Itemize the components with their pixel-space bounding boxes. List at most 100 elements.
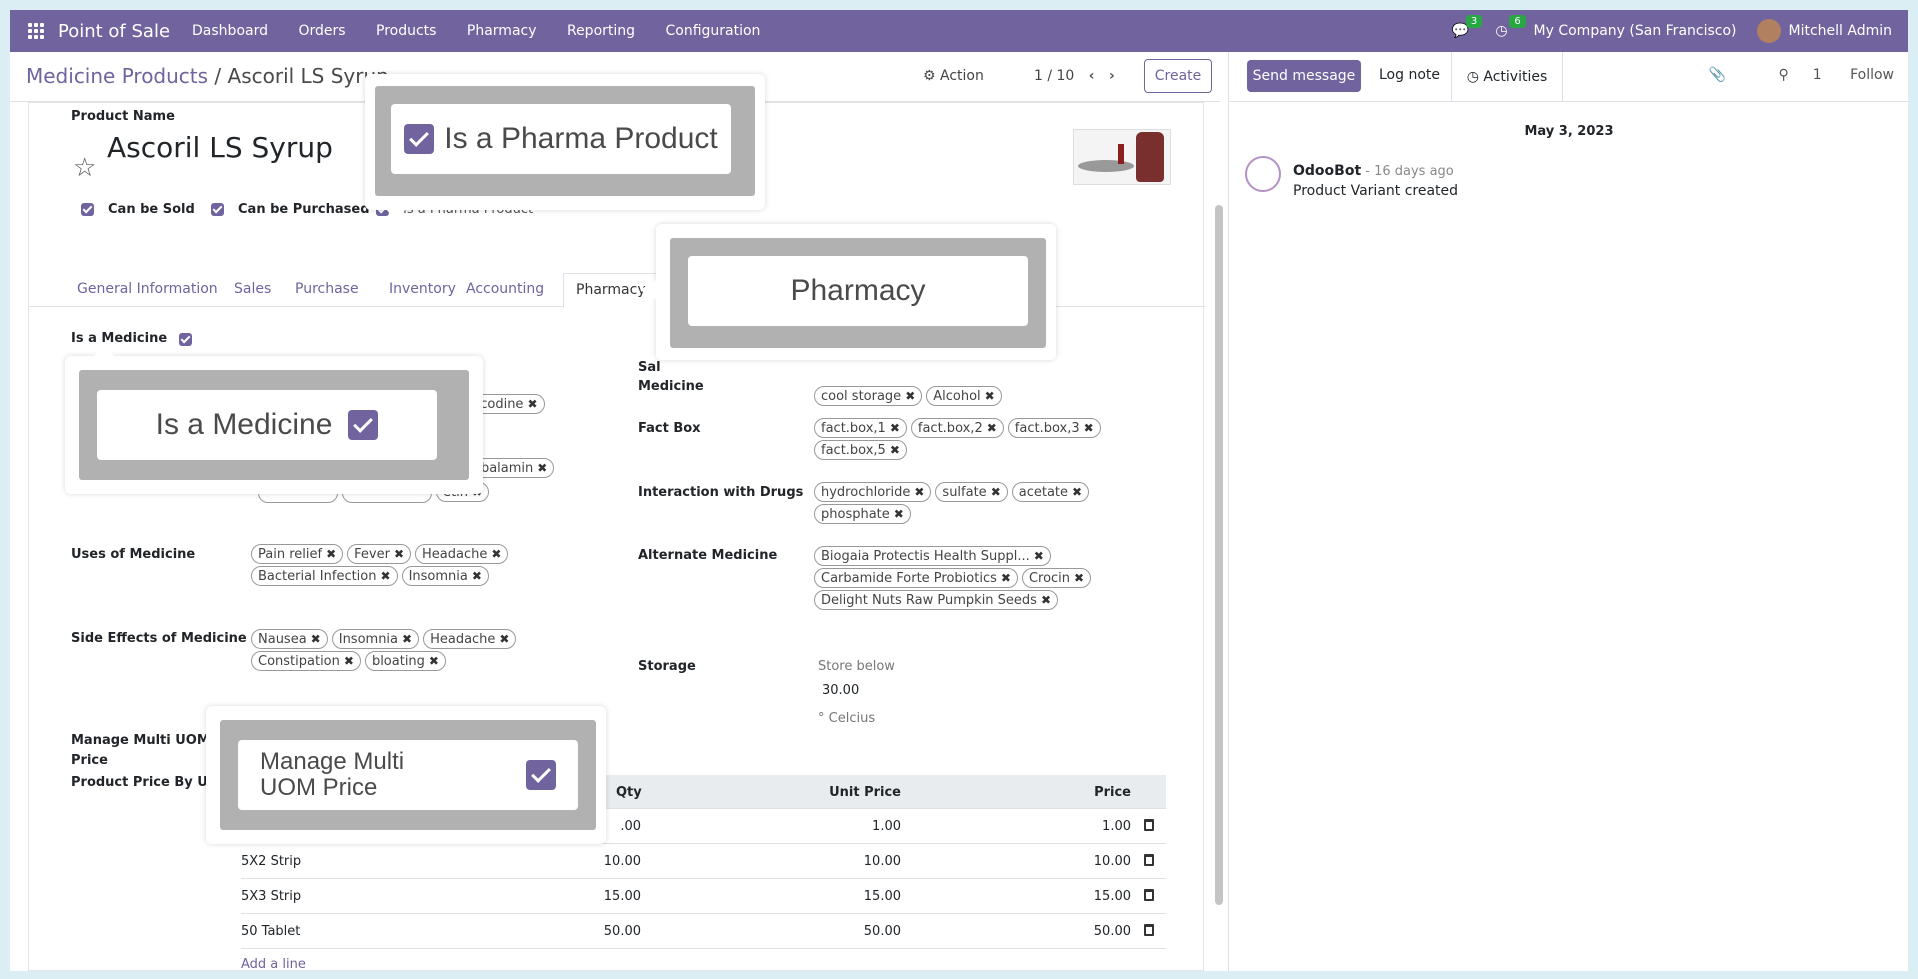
cell-qty: 10.00 — [603, 854, 641, 869]
chevron-right-icon[interactable]: › — [1109, 68, 1115, 84]
paperclip-icon[interactable]: 📎 — [1709, 67, 1726, 83]
tab-sales[interactable]: Sales — [234, 281, 271, 297]
tag-side-1[interactable]: Nausea ✖ — [251, 629, 328, 649]
menu-configuration[interactable]: Configuration — [665, 23, 760, 39]
add-a-line-link[interactable]: Add a line — [241, 957, 306, 971]
tab-inventory[interactable]: Inventory — [389, 281, 456, 297]
log-note-button[interactable]: Log note — [1379, 67, 1440, 83]
interaction-label: Interaction with Drugs — [638, 485, 804, 500]
cell-uom: 50 Tablet — [241, 924, 301, 939]
tag-fact-3[interactable]: fact.box,3 ✖ — [1007, 418, 1101, 438]
col-unit-price[interactable]: Unit Price — [801, 785, 901, 800]
tag-alt-4[interactable]: Delight Nuts Raw Pumpkin Seeds ✖ — [814, 590, 1059, 610]
messages-badge: 3 — [1465, 15, 1483, 28]
action-menu-button[interactable]: ⚙ Action — [923, 68, 984, 84]
person-icon: ⚲ — [1778, 67, 1789, 83]
menu-reporting[interactable]: Reporting — [567, 23, 635, 39]
is-medicine-label: Is a Medicine — [71, 331, 168, 346]
tag-alt-2[interactable]: Carbamide Forte Probiotics ✖ — [814, 568, 1018, 588]
cell-unit-price: 50.00 — [863, 924, 901, 939]
tag-interaction-4[interactable]: phosphate ✖ — [814, 504, 911, 524]
tag-use-5[interactable]: Insomnia ✖ — [401, 566, 489, 586]
tag-interaction-2[interactable]: sulfate ✖ — [935, 482, 1008, 502]
tag-use-4[interactable]: Bacterial Infection ✖ — [251, 566, 398, 586]
message-author: OdooBot - 16 days ago — [1293, 163, 1454, 179]
product-name-field[interactable]: Ascoril LS Syrup — [107, 131, 333, 164]
salt-tags: cool storage ✖ Alcohol ✖ — [812, 385, 1004, 407]
trash-icon[interactable] — [1144, 854, 1154, 866]
user-menu[interactable]: Mitchell Admin — [1756, 19, 1892, 43]
pager-value[interactable]: 1 / 10 — [1034, 68, 1074, 84]
table-row[interactable]: 50 Tablet 50.00 50.00 50.00 — [241, 914, 1166, 949]
tag-side-3[interactable]: Headache ✖ — [423, 629, 517, 649]
trash-icon[interactable] — [1144, 889, 1154, 901]
tag-use-3[interactable]: Headache ✖ — [415, 544, 509, 564]
tooltip-uom-label: Manage Multi UOM Price — [260, 748, 405, 801]
menu-pharmacy[interactable]: Pharmacy — [467, 23, 537, 39]
activities-button[interactable]: ◷ Activities — [1451, 52, 1563, 102]
tag-side-4[interactable]: Constipation ✖ — [251, 651, 361, 671]
activities-label: Activities — [1483, 69, 1548, 85]
tooltip-is-medicine: Is a Medicine — [65, 356, 483, 494]
activities-clock-icon[interactable]: ◷ 6 — [1495, 15, 1526, 39]
tag-side-2[interactable]: Insomnia ✖ — [331, 629, 420, 649]
can-be-sold-option[interactable]: Can be Sold — [81, 202, 195, 217]
tab-accounting[interactable]: Accounting — [466, 281, 544, 297]
product-image[interactable] — [1073, 129, 1171, 185]
product-name-label: Product Name — [71, 109, 175, 124]
tag-alt-3[interactable]: Crocin ✖ — [1021, 568, 1092, 588]
col-qty[interactable]: Qty — [616, 785, 642, 800]
breadcrumb-sep: / — [208, 64, 228, 88]
follow-button[interactable]: Follow — [1850, 67, 1894, 83]
menu-products[interactable]: Products — [376, 23, 436, 39]
is-medicine-checkbox[interactable] — [179, 331, 192, 347]
odoobot-avatar[interactable] — [1245, 156, 1281, 192]
can-be-sold-checkbox[interactable] — [81, 203, 94, 216]
create-button[interactable]: Create — [1144, 59, 1212, 93]
trash-icon[interactable] — [1144, 924, 1154, 936]
tab-general-information[interactable]: General Information — [77, 281, 218, 297]
cell-uom: 5X2 Strip — [241, 854, 302, 869]
tag-fact-2[interactable]: fact.box,2 ✖ — [910, 418, 1004, 438]
storage-value-field[interactable]: 30.00 — [822, 683, 859, 698]
form-scrollbar[interactable] — [1212, 105, 1224, 915]
activities-badge: 6 — [1509, 15, 1526, 28]
add-line-row: Add a line — [241, 949, 1166, 971]
author-name[interactable]: OdooBot — [1293, 163, 1361, 179]
tag-fact-1[interactable]: fact.box,1 ✖ — [814, 418, 907, 438]
tag-interaction-1[interactable]: hydrochloride ✖ — [814, 482, 932, 502]
can-be-purchased-checkbox[interactable] — [211, 203, 224, 216]
tag-alt-1[interactable]: Biogaia Protectis Health Suppl... ✖ — [814, 546, 1051, 566]
pager: 1 / 10 ‹ › — [1034, 68, 1115, 84]
tab-purchase[interactable]: Purchase — [295, 281, 359, 297]
fact-box-tags: fact.box,1 ✖ fact.box,2 ✖ fact.box,3 ✖ fact.bo… — [812, 417, 1112, 461]
app-name[interactable]: Point of Sale — [58, 21, 170, 42]
tag-interaction-3[interactable]: acetate ✖ — [1011, 482, 1090, 502]
star-icon[interactable]: ☆ — [73, 153, 96, 183]
avatar — [1756, 19, 1781, 43]
tooltip-pharmacy-label: Pharmacy — [688, 256, 1028, 326]
table-row[interactable]: 5X2 Strip 10.00 10.00 10.00 — [241, 844, 1166, 879]
col-price[interactable]: Price — [1031, 785, 1131, 800]
tag-salt-1[interactable]: cool storage ✖ — [814, 386, 923, 406]
can-be-purchased-option[interactable]: Can be Purchased — [211, 202, 370, 217]
trash-icon[interactable] — [1144, 819, 1154, 831]
followers-button[interactable]: ⚲ 1 — [1754, 67, 1821, 83]
uses-tags: Pain relief ✖ Fever ✖ Headache ✖ Bacterial Inf… — [249, 543, 549, 587]
chevron-left-icon[interactable]: ‹ — [1089, 68, 1095, 84]
menu-dashboard[interactable]: Dashboard — [192, 23, 268, 39]
tag-salt-2[interactable]: Alcohol ✖ — [926, 386, 1002, 406]
table-row[interactable]: 5X3 Strip 15.00 15.00 15.00 — [241, 879, 1166, 914]
apps-menu-icon[interactable] — [28, 23, 44, 39]
tag-fact-5[interactable]: fact.box,5 ✖ — [814, 440, 907, 460]
tag-use-2[interactable]: Fever ✖ — [347, 544, 411, 564]
send-message-button[interactable]: Send message — [1247, 60, 1361, 92]
breadcrumb-parent[interactable]: Medicine Products — [26, 64, 208, 88]
cell-price: 15.00 — [1093, 889, 1131, 904]
tag-use-1[interactable]: Pain relief ✖ — [251, 544, 344, 564]
tag-side-5[interactable]: bloating ✖ — [364, 651, 446, 671]
navbar-systray: 💬 3 ◷ 6 My Company (San Francisco) Mitchel… — [1452, 10, 1908, 52]
menu-orders[interactable]: Orders — [298, 23, 345, 39]
messages-icon[interactable]: 💬 3 — [1452, 15, 1483, 39]
company-switcher[interactable]: My Company (San Francisco) — [1534, 23, 1737, 39]
